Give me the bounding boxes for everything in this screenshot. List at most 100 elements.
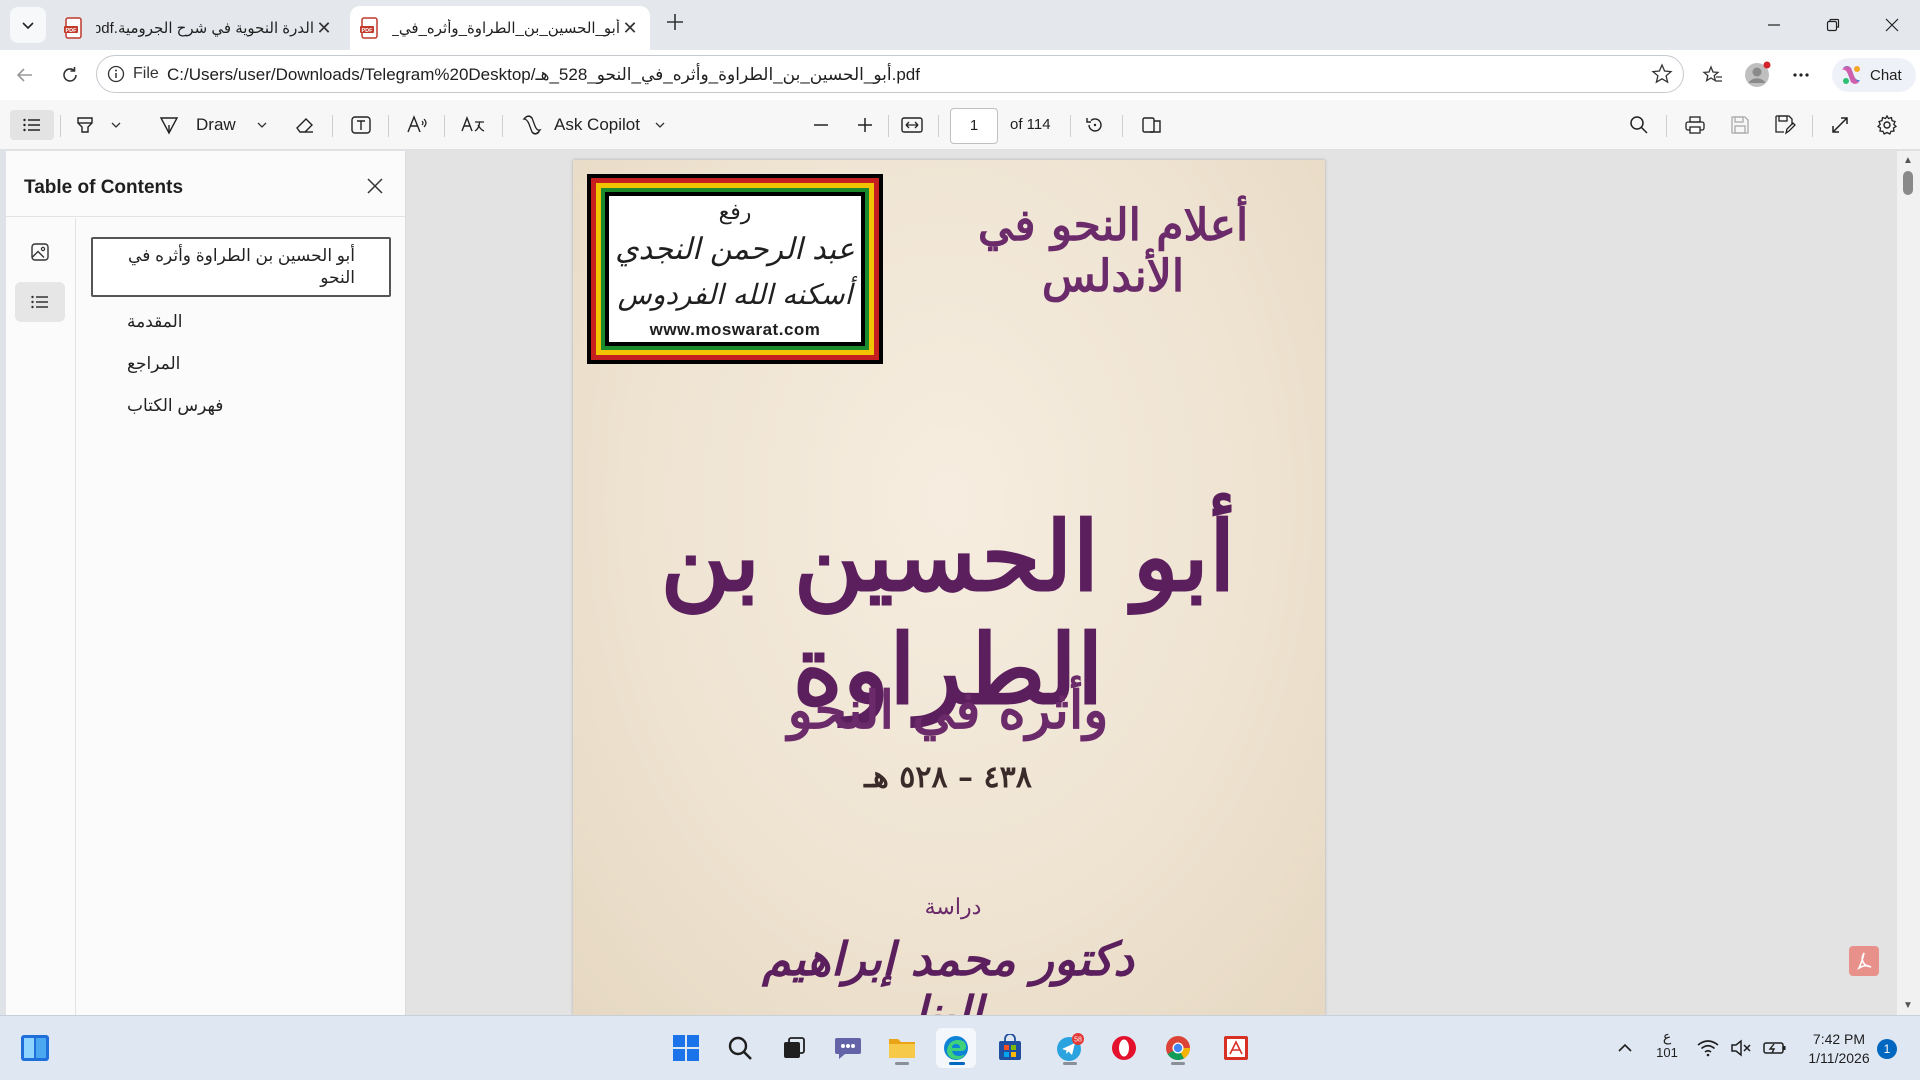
edge-browser-button[interactable] (936, 1028, 976, 1068)
system-status-button[interactable] (1692, 1028, 1792, 1068)
search-button[interactable] (720, 1028, 760, 1068)
file-explorer-button[interactable] (882, 1028, 922, 1068)
save-as-button[interactable] (1774, 110, 1796, 140)
scroll-down-arrow-icon[interactable]: ▼ (1903, 1000, 1913, 1011)
folder-icon (889, 1039, 915, 1058)
settings-button[interactable] (1876, 110, 1898, 140)
document-viewport[interactable]: رفع عبد الرحمن النجدي أسكنه الله الفردوس… (407, 151, 1897, 1015)
save-button[interactable] (1730, 110, 1750, 140)
battery-charging-icon (1762, 1042, 1786, 1054)
copilot-chat-button[interactable]: Chat (1832, 58, 1916, 92)
show-hidden-icons-button[interactable] (1605, 1028, 1645, 1068)
list-icon (31, 295, 48, 309)
close-tab-icon[interactable]: ✕ (314, 18, 334, 39)
scrollbar-thumb[interactable] (1903, 171, 1913, 195)
tab-title: الدرة النحوية في شرح الجرومية.pdf (96, 20, 314, 37)
pdf-page: رفع عبد الرحمن النجدي أسكنه الله الفردوس… (573, 160, 1325, 1015)
scheme-label: File (133, 65, 159, 82)
back-button[interactable] (10, 60, 40, 90)
translate-button[interactable] (460, 110, 486, 140)
clock[interactable]: 7:42 PM 1/11/2026 (1796, 1031, 1882, 1066)
new-tab-button[interactable] (660, 10, 690, 40)
scroll-up-arrow-icon[interactable]: ▲ (1903, 155, 1913, 166)
draw-button[interactable]: Draw (158, 110, 268, 140)
list-icon (23, 118, 40, 132)
close-window-button[interactable] (1872, 10, 1912, 40)
expand-icon (1832, 117, 1848, 133)
toc-item[interactable]: المقدمة (91, 307, 391, 337)
highlight-button[interactable] (74, 110, 122, 140)
tab-strip: PDF الدرة النحوية في شرح الجرومية.pdf ✕ … (0, 0, 1920, 50)
stamp-website: www.moswarat.com (649, 320, 821, 339)
page-view-button[interactable] (1140, 110, 1164, 140)
ask-copilot-button[interactable]: Ask Copilot (520, 110, 666, 140)
task-view-button[interactable] (774, 1028, 814, 1068)
volume-muted-icon (1731, 1039, 1751, 1057)
fullscreen-button[interactable] (1830, 110, 1850, 140)
print-button[interactable] (1684, 110, 1706, 140)
favorite-star-icon[interactable] (1651, 63, 1673, 88)
copilot-outline-icon (522, 115, 542, 135)
fit-width-icon (901, 117, 923, 133)
chevron-down-icon (22, 22, 34, 30)
read-aloud-button[interactable] (406, 110, 430, 140)
add-text-button[interactable] (350, 110, 372, 140)
tab-inactive[interactable]: PDF الدرة النحوية في شرح الجرومية.pdf ✕ (54, 6, 344, 50)
refresh-button[interactable] (55, 60, 85, 90)
chat-bubble-icon (835, 1038, 861, 1059)
address-input[interactable]: File C:/Users/user/Downloads/Telegram%20… (96, 55, 1684, 93)
series-title: أعلام النحو في الأندلس (977, 200, 1249, 302)
widgets-button[interactable] (15, 1028, 55, 1068)
start-button[interactable] (666, 1028, 706, 1068)
page-view-icon (1142, 117, 1161, 133)
stamp-line: أسكنه الله الفردوس (617, 278, 853, 311)
restore-button[interactable] (1813, 10, 1853, 40)
notification-badge[interactable]: 1 (1877, 1039, 1897, 1059)
translate-icon (461, 116, 485, 132)
page-number-input[interactable]: 1 (950, 108, 998, 144)
close-tab-icon[interactable]: ✕ (620, 18, 640, 39)
windows-logo-icon (673, 1035, 699, 1061)
favorites-button[interactable] (1698, 60, 1728, 90)
plus-icon (858, 118, 872, 132)
toc-item[interactable]: المراجع (91, 349, 391, 379)
table-of-contents-button[interactable] (10, 110, 54, 140)
profile-button[interactable] (1742, 60, 1772, 90)
acrobat-extension-button[interactable] (1849, 946, 1879, 976)
microsoft-store-button[interactable] (990, 1028, 1030, 1068)
chrome-browser-button[interactable] (1158, 1028, 1198, 1068)
svg-text:PDF: PDF (362, 28, 374, 34)
chrome-icon (1166, 1036, 1190, 1061)
zoom-in-button[interactable] (856, 110, 874, 140)
study-label: دراسة (924, 895, 982, 920)
book-author: دكتور محمد إبراهيم البنا (762, 932, 1134, 1015)
minimize-button[interactable] (1754, 10, 1794, 40)
toc-item[interactable]: فهرس الكتاب (91, 391, 391, 421)
read-aloud-icon (407, 115, 427, 133)
keyboard-layout-code: 101 (1656, 1045, 1678, 1060)
vertical-scrollbar[interactable]: ▲ ▼ (1897, 151, 1920, 1015)
more-options-button[interactable] (1786, 60, 1816, 90)
pdf-viewer-app-button[interactable] (1216, 1028, 1256, 1068)
minimize-icon (1768, 24, 1780, 26)
fit-to-width-button[interactable] (900, 110, 924, 140)
teams-chat-button[interactable] (828, 1028, 868, 1068)
edge-icon (944, 1036, 968, 1060)
close-panel-button[interactable] (360, 171, 390, 201)
find-button[interactable] (1628, 110, 1650, 140)
language-code: ع (1662, 1028, 1672, 1044)
telegram-button[interactable]: 58 (1050, 1028, 1090, 1068)
toc-item[interactable]: أبو الحسين بن الطراوة وأثره في النحو (91, 237, 391, 297)
input-language-indicator[interactable]: ع 101 (1652, 1028, 1682, 1060)
tab-active[interactable]: PDF أبو_الحسين_بن_الطراوة_وأثره_في_النحو… (350, 6, 650, 50)
rotate-button[interactable] (1084, 110, 1106, 140)
zoom-out-button[interactable] (812, 110, 830, 140)
thumbnails-button[interactable] (15, 232, 65, 272)
erase-button[interactable] (294, 110, 316, 140)
opera-browser-button[interactable] (1104, 1028, 1144, 1068)
address-bar-row: File C:/Users/user/Downloads/Telegram%20… (0, 50, 1920, 100)
site-info-icon[interactable] (107, 65, 125, 86)
outline-button[interactable] (15, 282, 65, 322)
tab-actions-menu-button[interactable] (10, 7, 46, 43)
url-text: C:/Users/user/Downloads/Telegram%20Deskt… (167, 65, 920, 84)
